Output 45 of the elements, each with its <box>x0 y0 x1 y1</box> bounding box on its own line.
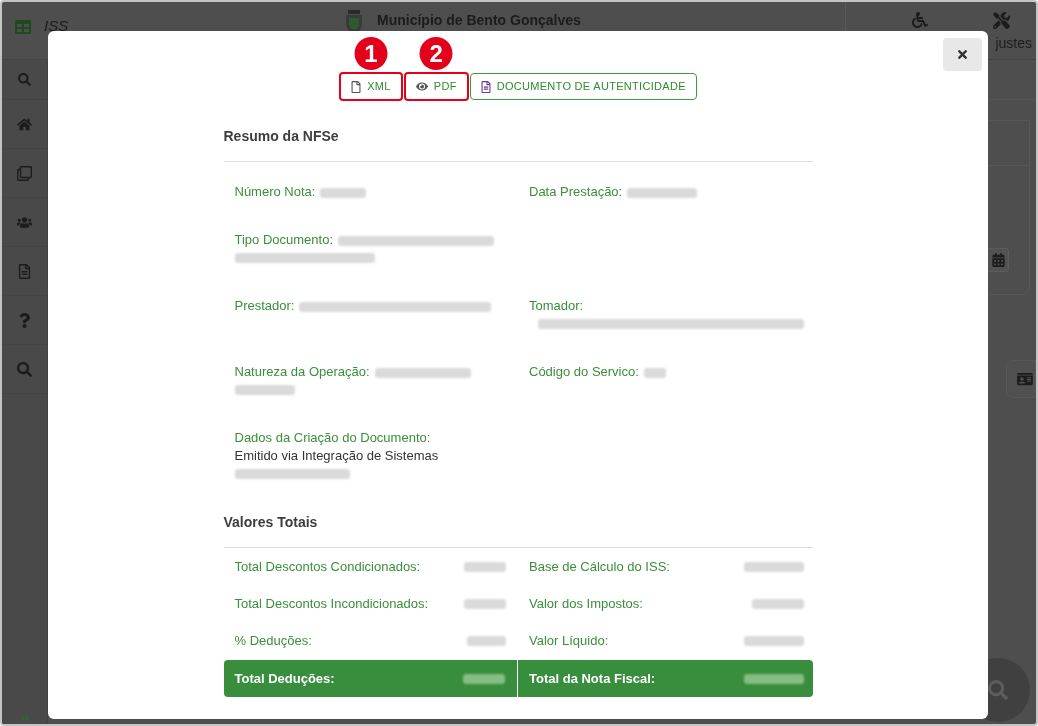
total-label: Base de Cálculo do ISS: <box>529 557 670 576</box>
tools-icon[interactable] <box>992 12 1010 29</box>
total-label: % Deduções: <box>234 631 312 650</box>
spreadsheet-icon[interactable] <box>15 18 31 35</box>
search-icon[interactable] <box>18 73 31 86</box>
side-tab[interactable] <box>1006 360 1036 398</box>
field-label: Prestador: <box>234 298 295 313</box>
expand-chevrons-icon[interactable] <box>19 713 30 723</box>
field-label: Tomador: <box>529 298 584 313</box>
home-icon[interactable] <box>17 116 32 132</box>
grand-total-label: Total da Nota Fiscal: <box>529 669 656 688</box>
field-label: Tipo Documento: <box>234 232 333 247</box>
total-label: Valor Líquido: <box>529 631 609 650</box>
section-title: Resumo da NFSe <box>223 128 340 144</box>
eye-icon <box>415 81 428 92</box>
id-card-icon <box>1016 372 1034 386</box>
export-xml-button[interactable]: XML <box>339 72 403 101</box>
field-label: Código do Servico: <box>529 364 639 379</box>
total-label: Total Descontos Condicionados: <box>234 557 421 576</box>
grand-total-label: Total Deduções: <box>234 669 335 688</box>
step-number-marker: 2 <box>419 37 453 70</box>
file-icon <box>351 80 362 93</box>
calendar-icon <box>991 253 1005 267</box>
question-mark-icon[interactable] <box>17 312 32 328</box>
document-icon[interactable] <box>17 263 32 279</box>
accessibility-icon[interactable] <box>912 12 928 28</box>
export-pdf-button[interactable]: PDF <box>403 72 469 101</box>
users-icon[interactable] <box>17 214 32 230</box>
field-label: Número Nota: <box>234 184 316 199</box>
total-label: Valor dos Impostos: <box>529 594 643 613</box>
search-icon <box>988 680 1008 700</box>
field-label: Dados da Criação do Documento: <box>234 430 431 445</box>
search-icon[interactable] <box>17 361 32 377</box>
section-title: Valores Totais <box>223 514 319 530</box>
document-icon <box>480 80 491 93</box>
field-label: Natureza da Operação: <box>234 364 370 379</box>
calendar-button[interactable] <box>987 248 1009 272</box>
total-label: Total Descontos Incondicionados: <box>234 594 429 613</box>
field-value: Emitido via Integração de Sistemas <box>234 448 439 463</box>
close-button[interactable] <box>943 38 982 71</box>
export-document-button[interactable]: DOCUMENTO DE AUTENTICIDADE <box>469 73 697 100</box>
field-label: Data Prestação: <box>529 184 623 199</box>
close-icon <box>957 48 968 61</box>
copy-icon[interactable] <box>17 165 32 181</box>
step-number-marker: 1 <box>354 37 388 70</box>
